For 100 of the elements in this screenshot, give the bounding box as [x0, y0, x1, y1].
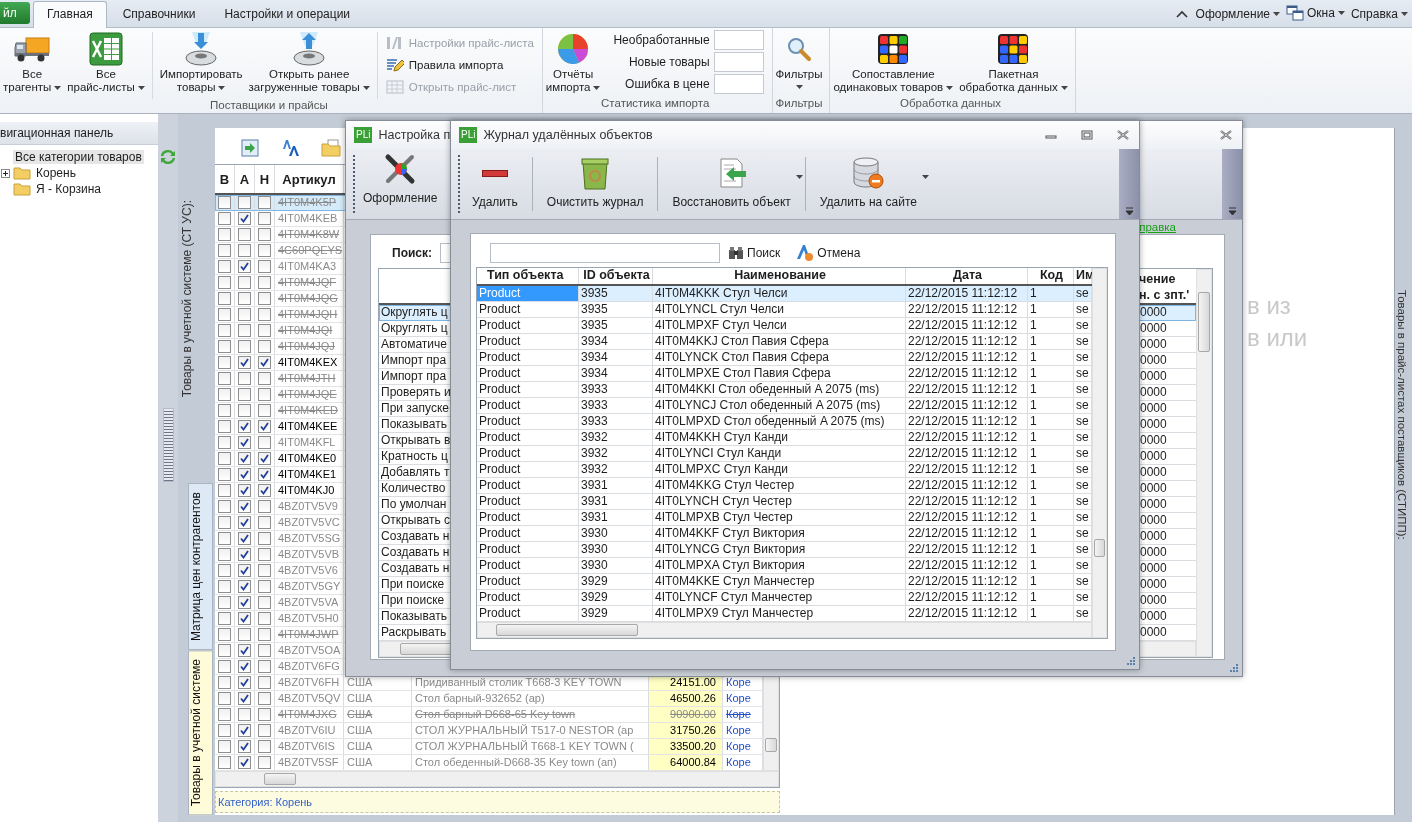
checkbox[interactable] [218, 308, 231, 321]
checkbox[interactable] [258, 564, 271, 577]
table-row[interactable]: Product 3931 4IT0LMPXB Стул Честер 22/12/2015 11:12:12 1 se [477, 510, 1092, 526]
table-row[interactable]: 4BZ0TV5QV США Стол барный-932652 (ар) 46500.26 Коре [215, 691, 763, 707]
checkbox[interactable] [238, 372, 251, 385]
checkbox[interactable] [258, 612, 271, 625]
table-row[interactable]: Product 3932 4IT0LMPXC Стул Канди 22/12/2015 11:12:12 1 se [477, 462, 1092, 478]
column-header[interactable]: ID объекта [579, 268, 653, 284]
toolbar-button[interactable]: Оформление [359, 149, 442, 219]
checkbox[interactable] [238, 516, 251, 529]
checkbox[interactable] [218, 228, 231, 241]
table-row[interactable]: Product 3932 4IT0LYNCI Стул Канди 22/12/2015 11:12:12 1 se [477, 446, 1092, 462]
format-icon[interactable] [281, 139, 299, 157]
checkbox[interactable] [218, 692, 231, 705]
ribbon-button[interactable]: Открыть ранее загруженные товары [245, 30, 373, 94]
checkbox[interactable] [258, 452, 271, 465]
refresh-icon[interactable] [160, 149, 176, 165]
column-header[interactable]: Наименование [653, 268, 906, 284]
checkbox[interactable] [258, 708, 271, 721]
toolbar-button[interactable]: Очистить журнал [538, 149, 652, 219]
ribbon-button[interactable]: Все трагенты [0, 30, 65, 94]
table-row[interactable]: Product 3931 4IT0LYNCH Стул Честер 22/12/2015 11:12:12 1 se [477, 494, 1092, 510]
checkbox[interactable] [218, 724, 231, 737]
checkbox[interactable] [238, 740, 251, 753]
checkbox[interactable] [238, 340, 251, 353]
vertical-tab[interactable]: Товары в учетной системе [188, 649, 213, 815]
checkbox[interactable] [258, 228, 271, 241]
collapse-icon[interactable] [1175, 10, 1188, 18]
checkbox[interactable] [258, 468, 271, 481]
checkbox[interactable] [258, 548, 271, 561]
table-row[interactable]: Product 3932 4IT0M4KKH Стул Канди 22/12/2015 11:12:12 1 se [477, 430, 1092, 446]
vertical-tab[interactable]: Матрица цен контрагентов [188, 482, 213, 650]
checkbox[interactable] [218, 612, 231, 625]
ribbon-button[interactable]: Правила импорта [385, 54, 534, 75]
folder-icon[interactable] [321, 139, 341, 157]
checkbox[interactable] [258, 324, 271, 337]
checkbox[interactable] [258, 596, 271, 609]
checkbox[interactable] [218, 660, 231, 673]
checkbox[interactable] [258, 500, 271, 513]
ribbon-button[interactable]: Пакетная обработка данных [956, 30, 1071, 94]
checkbox[interactable] [258, 676, 271, 689]
ribbon-button[interactable]: Сопоставление одинаковых товаров [830, 30, 957, 94]
menu-item[interactable]: Справка [1350, 7, 1408, 21]
checkbox[interactable] [218, 452, 231, 465]
ribbon-tab[interactable]: Настройки и операции [211, 2, 364, 27]
cancel-button[interactable]: Отмена [796, 244, 861, 262]
checkbox[interactable] [258, 740, 271, 753]
ribbon-button[interactable]: Отчёты импорта [542, 30, 604, 94]
table-row[interactable]: 4IT0M4JXG США Стол барный D668-65 Key town 90900.00 Коре [215, 707, 763, 723]
ribbon-button[interactable]: Импортировать товары [156, 30, 246, 94]
checkbox[interactable] [238, 660, 251, 673]
table-row[interactable]: Product 3931 4IT0M4KKG Стул Честер 22/12/2015 11:12:12 1 se [477, 478, 1092, 494]
tree-item[interactable]: Корень [34, 166, 78, 180]
overflow-chevron-icon[interactable] [1124, 207, 1134, 216]
checkbox[interactable] [218, 516, 231, 529]
table-row[interactable]: Product 3930 4IT0M4KKF Стул Виктория 22/12/2015 11:12:12 1 se [477, 526, 1092, 542]
checkbox[interactable] [258, 340, 271, 353]
checkbox[interactable] [238, 532, 251, 545]
menu-item[interactable]: Окна [1286, 5, 1345, 21]
checkbox[interactable] [218, 756, 231, 769]
column-header[interactable]: А [235, 165, 255, 193]
checkbox[interactable] [238, 420, 251, 433]
counter-field[interactable] [713, 74, 764, 94]
checkbox[interactable] [238, 628, 251, 641]
checkbox[interactable] [218, 500, 231, 513]
overflow-chevron-icon[interactable] [1227, 207, 1237, 216]
checkbox[interactable] [238, 644, 251, 657]
table-row[interactable]: Product 3930 4IT0LYNCG Стул Виктория 22/12/2015 11:12:12 1 se [477, 542, 1092, 558]
checkbox[interactable] [238, 756, 251, 769]
checkbox[interactable] [218, 564, 231, 577]
column-header[interactable]: Артикул [275, 165, 344, 193]
checkbox[interactable] [258, 660, 271, 673]
checkbox[interactable] [218, 388, 231, 401]
column-header[interactable]: чение н. с зпт.' [1137, 269, 1196, 303]
checkbox[interactable] [258, 388, 271, 401]
maximize-icon[interactable] [1081, 130, 1093, 140]
checkbox[interactable] [258, 420, 271, 433]
ribbon-button[interactable]: Фильтры [772, 30, 826, 89]
checkbox[interactable] [238, 324, 251, 337]
checkbox[interactable] [258, 308, 271, 321]
checkbox[interactable] [218, 244, 231, 257]
checkbox[interactable] [258, 580, 271, 593]
checkbox[interactable] [218, 260, 231, 273]
checkbox[interactable] [218, 196, 231, 209]
checkbox[interactable] [258, 292, 271, 305]
resize-grip-icon[interactable] [1230, 664, 1238, 672]
ribbon-tab[interactable]: Справочники [109, 2, 209, 27]
checkbox[interactable] [238, 276, 251, 289]
toolbar-button[interactable]: Восстановить объект [664, 149, 799, 219]
table-row[interactable]: Product 3933 4IT0M4KKI Стол обеденный A 2075 (ms) 22/12/2015 11:12:12 1 se [477, 382, 1092, 398]
checkbox[interactable] [238, 548, 251, 561]
checkbox[interactable] [258, 532, 271, 545]
checkbox[interactable] [218, 484, 231, 497]
ribbon-tab[interactable]: Главная [33, 1, 107, 28]
tree-item[interactable]: Все категории товаров [13, 150, 144, 164]
search-field[interactable] [490, 243, 720, 263]
checkbox[interactable] [258, 404, 271, 417]
checkbox[interactable] [238, 692, 251, 705]
table-row[interactable]: Product 3933 4IT0LYNCJ Стол обеденный A 2075 (ms) 22/12/2015 11:12:12 1 se [477, 398, 1092, 414]
checkbox[interactable] [258, 436, 271, 449]
